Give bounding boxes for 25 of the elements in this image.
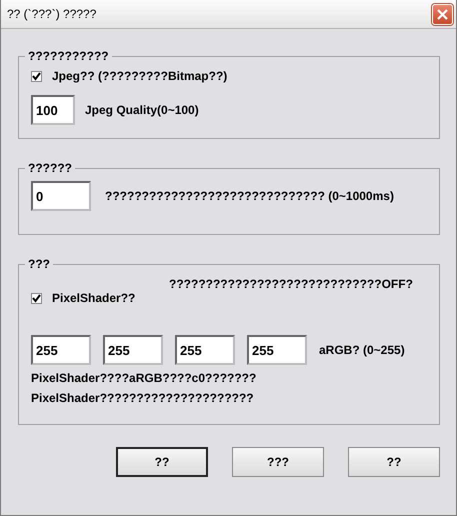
group-title: ??????	[27, 161, 73, 175]
window-title: ?? (`???`) ?????	[7, 7, 96, 21]
checkbox-label[interactable]: Jpeg?? (?????????Bitmap??)	[52, 69, 228, 83]
dialog-button[interactable]: ??	[348, 447, 440, 477]
dialog-button[interactable]: ??	[116, 447, 208, 477]
dialog-button[interactable]: ???	[232, 447, 324, 477]
input-field[interactable]: 255	[247, 335, 307, 365]
close-icon[interactable]	[436, 8, 449, 20]
input-field[interactable]: 0	[31, 181, 91, 211]
input-field[interactable]: 255	[103, 335, 163, 365]
close-button[interactable]	[432, 4, 453, 24]
field-label: ?????????????????????????????? (0~1000ms)	[105, 189, 394, 203]
hint-text: ?????????????????????????????OFF?	[169, 277, 414, 291]
input-field[interactable]: 255	[31, 335, 91, 365]
input-field[interactable]: 255	[175, 335, 235, 365]
checkbox[interactable]	[31, 292, 42, 304]
checkbox[interactable]	[31, 70, 42, 82]
field-label: aRGB? (0~255)	[319, 343, 405, 357]
group-title: ???	[27, 257, 51, 271]
input-field[interactable]: 100	[31, 95, 75, 125]
description-text: PixelShader?????????????????????	[31, 391, 255, 405]
checkbox-label[interactable]: PixelShader??	[52, 291, 136, 305]
field-label: Jpeg Quality(0~100)	[85, 103, 199, 117]
description-text: PixelShader????aRGB????c0???????	[31, 371, 258, 385]
group-title: ???????????	[27, 49, 110, 63]
